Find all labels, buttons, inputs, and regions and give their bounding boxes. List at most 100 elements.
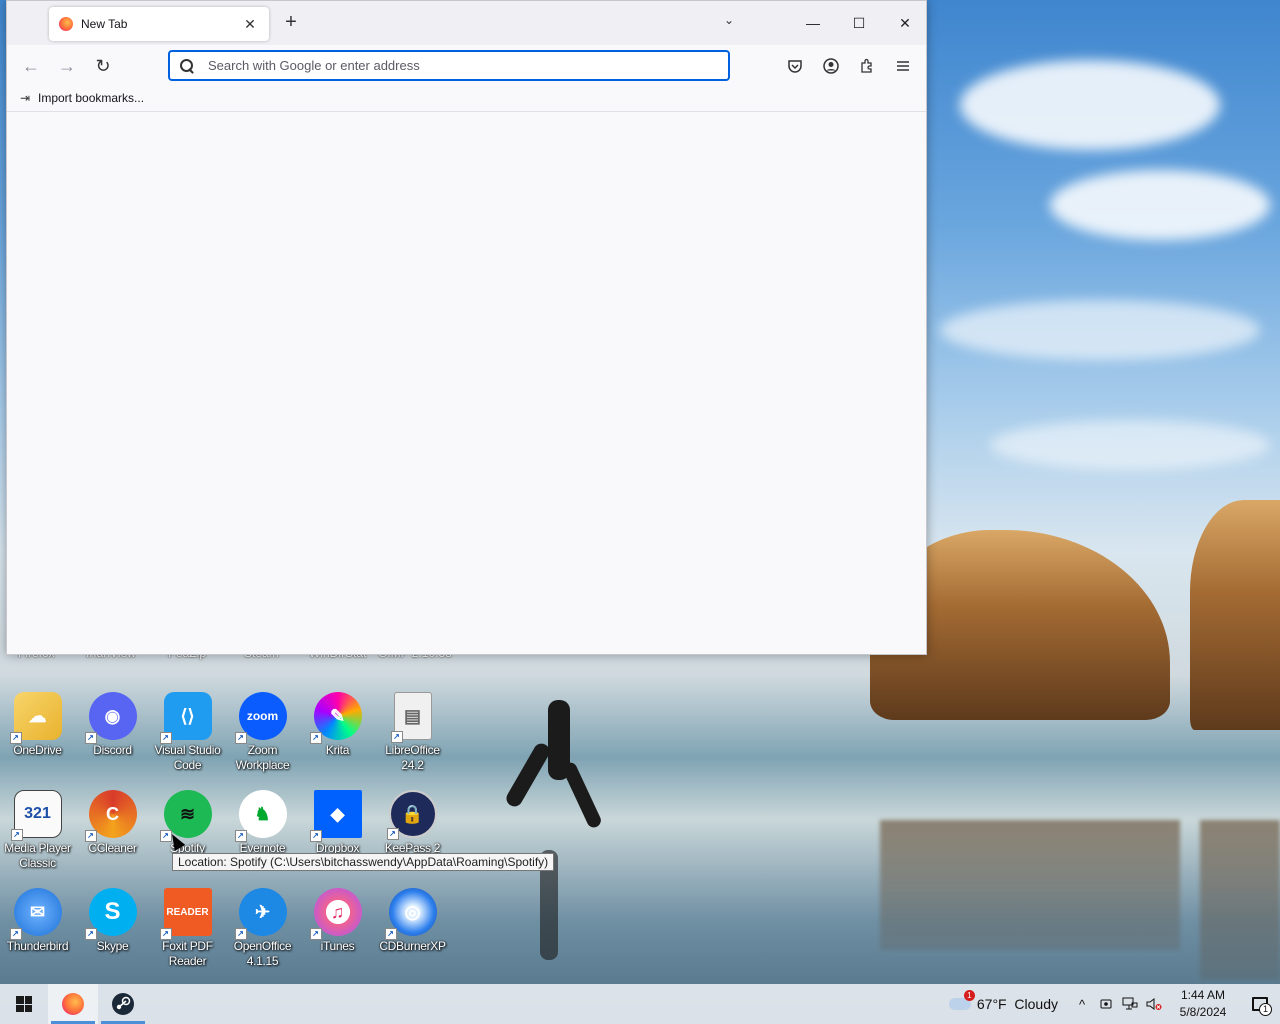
- desktop-icon-libreoffice[interactable]: ▤ ↗ LibreOffice 24.2: [375, 692, 450, 788]
- tab-close-icon[interactable]: ✕: [241, 15, 259, 33]
- cloudy-weather-icon: 1: [948, 990, 975, 1010]
- address-input[interactable]: [208, 58, 728, 73]
- notification-center-button[interactable]: 1: [1240, 984, 1280, 1024]
- desktop-icon-label: OpenOffice 4.1.15: [233, 939, 292, 968]
- foxit-icon: READER ↗: [159, 888, 212, 940]
- firefox-icon: [62, 993, 84, 1015]
- desktop-icon-foxit[interactable]: READER ↗ Foxit PDF Reader: [150, 888, 225, 984]
- openoffice-icon: ✈ ↗: [234, 888, 287, 940]
- start-button[interactable]: [0, 984, 48, 1024]
- desktop-icon-label: CDBurnerXP: [379, 939, 446, 953]
- import-bookmarks-link[interactable]: Import bookmarks...: [38, 91, 144, 105]
- thunderbird-icon: ✉ ↗: [9, 888, 62, 940]
- meet-now-icon[interactable]: [1094, 984, 1118, 1024]
- desktop-icon-media-player-classic[interactable]: 321 ↗ Media Player Classic: [0, 790, 75, 886]
- firefox-window: New Tab ✕ + ⌄ — ☐ ✕ ← → ↻ ⇥ Import bookm…: [6, 0, 927, 655]
- keepass-icon: 🔒 ↗: [386, 790, 437, 840]
- shortcut-arrow-icon: ↗: [309, 928, 322, 940]
- desktop-icon-label: Visual Studio Code: [154, 743, 221, 772]
- tab-list-chevron-icon[interactable]: ⌄: [719, 13, 739, 33]
- extensions-icon[interactable]: [855, 54, 879, 78]
- desktop-icon-label: Skype: [96, 939, 129, 953]
- weather-alert-badge: 1: [963, 990, 975, 1001]
- system-clock[interactable]: 1:44 AM 5/8/2024: [1172, 987, 1234, 1021]
- reload-button[interactable]: ↻: [89, 53, 117, 81]
- account-icon[interactable]: [819, 54, 843, 78]
- firefox-favicon-icon: [59, 17, 73, 31]
- tab-strip: New Tab ✕ + ⌄ — ☐ ✕: [7, 1, 926, 45]
- taskbar-firefox[interactable]: [48, 984, 98, 1024]
- pocket-icon[interactable]: [783, 54, 807, 78]
- desktop-icon-label: CCleaner: [88, 841, 137, 855]
- bookmarks-toolbar: ⇥ Import bookmarks...: [7, 85, 926, 112]
- dropbox-icon: ◆ ↗: [309, 790, 362, 842]
- show-hidden-icons-chevron-icon[interactable]: ^: [1070, 984, 1094, 1024]
- desktop-icon-label: Krita: [325, 743, 350, 757]
- desktop-icon-cdburnerxp[interactable]: ◎ ↗ CDBurnerXP: [375, 888, 450, 984]
- minimize-button[interactable]: —: [790, 1, 836, 45]
- desktop-icon-label: LibreOffice 24.2: [385, 743, 440, 772]
- maximize-button[interactable]: ☐: [836, 1, 882, 45]
- shortcut-arrow-icon: ↗: [234, 732, 247, 744]
- desktop-icon-keepass[interactable]: 🔒 ↗ KeePass 2: [375, 790, 450, 886]
- desktop-icon-label: iTunes: [320, 939, 355, 953]
- shortcut-arrow-icon: ↗: [309, 830, 322, 842]
- address-bar[interactable]: [168, 50, 730, 81]
- desktop-icon-onedrive[interactable]: ☁ ↗ OneDrive: [0, 692, 75, 788]
- mpc-icon: 321 ↗: [10, 790, 62, 841]
- shortcut-arrow-icon: ↗: [9, 928, 22, 940]
- desktop-icon-krita[interactable]: ✎ ↗ Krita: [300, 692, 375, 788]
- tab-new-tab[interactable]: New Tab ✕: [49, 7, 269, 41]
- shortcut-arrow-icon: ↗: [234, 928, 247, 940]
- desktop-icon-skype[interactable]: S ↗ Skype: [75, 888, 150, 984]
- network-icon[interactable]: [1118, 984, 1142, 1024]
- back-button[interactable]: ←: [17, 53, 45, 81]
- desktop-icon-ccleaner[interactable]: C ↗ CCleaner: [75, 790, 150, 886]
- shortcut-arrow-icon: ↗: [386, 828, 399, 840]
- desktop-icon-evernote[interactable]: ♞ ↗ Evernote: [225, 790, 300, 886]
- notification-count: 1: [1259, 1003, 1272, 1016]
- shortcut-arrow-icon: ↗: [234, 830, 247, 842]
- itunes-icon: ♫ ↗: [309, 888, 362, 940]
- desktop-icon-discord[interactable]: ◉ ↗ Discord: [75, 692, 150, 788]
- shortcut-arrow-icon: ↗: [9, 732, 22, 744]
- desktop-icon-vscode[interactable]: ⟨⟩ ↗ Visual Studio Code: [150, 692, 225, 788]
- desktop-icon-label: Media Player Classic: [4, 841, 71, 870]
- weather-temperature: 67°F: [976, 996, 1007, 1012]
- desktop-icon-label: Zoom Workplace: [235, 743, 290, 772]
- desktop-icon-dropbox[interactable]: ◆ ↗ Dropbox: [300, 790, 375, 886]
- new-tab-button[interactable]: +: [279, 11, 303, 35]
- krita-icon: ✎ ↗: [309, 692, 362, 744]
- cdburnerxp-icon: ◎ ↗: [384, 888, 437, 940]
- weather-widget[interactable]: 1 67°F Cloudy: [948, 990, 1058, 1012]
- spotify-icon: ≋ ↗: [159, 790, 212, 842]
- clock-date: 5/8/2024: [1179, 1005, 1227, 1019]
- forward-button[interactable]: →: [53, 53, 81, 81]
- navigation-toolbar: ← → ↻: [7, 45, 926, 85]
- desktop-icon-itunes[interactable]: ♫ ↗ iTunes: [300, 888, 375, 984]
- clock-time: 1:44 AM: [1180, 988, 1226, 1002]
- tab-title: New Tab: [81, 17, 128, 31]
- close-window-button[interactable]: ✕: [882, 1, 928, 45]
- shortcut-arrow-icon: ↗: [159, 928, 172, 940]
- import-icon: ⇥: [20, 91, 31, 105]
- volume-muted-icon[interactable]: [1142, 984, 1166, 1024]
- shortcut-arrow-icon: ↗: [390, 731, 403, 743]
- weather-condition: Cloudy: [1014, 996, 1058, 1012]
- taskbar-steam[interactable]: [98, 984, 148, 1024]
- desktop-icon-label: Foxit PDF Reader: [162, 939, 213, 968]
- desktop-icon-label: OneDrive: [13, 743, 62, 757]
- windows-logo-icon: [16, 996, 32, 1012]
- steam-icon: [112, 993, 134, 1015]
- evernote-icon: ♞ ↗: [234, 790, 287, 842]
- shortcut-arrow-icon: ↗: [84, 830, 97, 842]
- shortcut-arrow-icon: ↗: [84, 928, 97, 940]
- menu-icon[interactable]: [891, 54, 915, 78]
- desktop-icon-thunderbird[interactable]: ✉ ↗ Thunderbird: [0, 888, 75, 984]
- desktop-icon-openoffice[interactable]: ✈ ↗ OpenOffice 4.1.15: [225, 888, 300, 984]
- desktop-icon-spotify[interactable]: ≋ ↗ Spotify: [150, 790, 225, 886]
- vscode-icon: ⟨⟩ ↗: [159, 692, 212, 744]
- desktop-icon-zoom[interactable]: zoom ↗ Zoom Workplace: [225, 692, 300, 788]
- taskbar: 1 67°F Cloudy ^ 1:44 AM 5/8/2024 1: [0, 984, 1280, 1024]
- search-icon: [180, 58, 194, 73]
